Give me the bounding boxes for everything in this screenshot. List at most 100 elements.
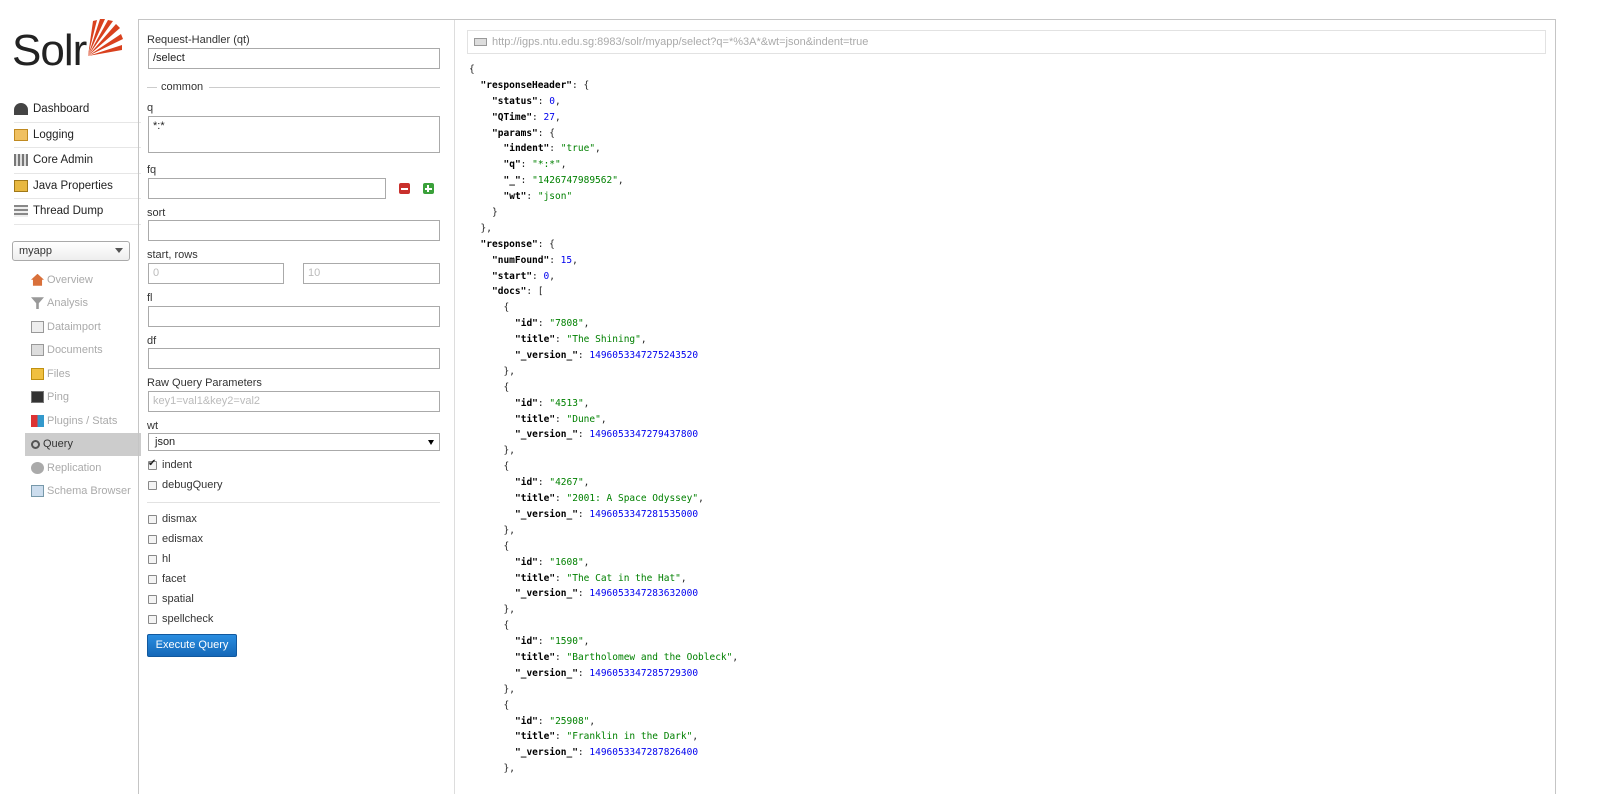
- json-line: "response": {: [469, 237, 1549, 253]
- main-menu-item-java-properties[interactable]: Java Properties: [14, 174, 141, 199]
- json-punct: },: [503, 604, 515, 616]
- json-punct: ,: [554, 95, 561, 107]
- main-menu-item-logging[interactable]: Logging: [14, 123, 141, 148]
- json-punct: ,: [583, 477, 590, 489]
- json-key: "id": [515, 477, 538, 489]
- core-menu-item-overview[interactable]: Overview: [25, 268, 141, 292]
- json-number: 1496053347281535000: [589, 508, 699, 520]
- q-textarea[interactable]: *:*: [148, 116, 440, 153]
- json-line: "title": "The Shining",: [469, 332, 1549, 348]
- main-menu-item-thread-dump[interactable]: Thread Dump: [14, 199, 141, 225]
- wt-select[interactable]: json: [148, 433, 440, 451]
- extra-checkbox-dismax[interactable]: dismax: [148, 513, 197, 525]
- json-punct: ,: [680, 572, 687, 584]
- json-key: "start": [492, 270, 533, 282]
- json-key: "status": [492, 95, 538, 107]
- request-url-text: http://igps.ntu.edu.sg:8983/solr/myapp/s…: [492, 36, 869, 48]
- fq-input[interactable]: [148, 178, 386, 199]
- json-punct: :: [577, 747, 590, 759]
- json-string: "Dune": [566, 413, 601, 425]
- json-punct: :: [577, 508, 590, 520]
- core-menu-item-query[interactable]: Query: [25, 432, 141, 456]
- fl-input[interactable]: [148, 306, 440, 327]
- json-number: 1496053347287826400: [589, 747, 699, 759]
- raw-params-input[interactable]: key1=val1&key2=val2: [148, 391, 440, 412]
- df-label: df: [147, 335, 157, 347]
- add-fq-button[interactable]: [423, 183, 434, 194]
- rows-input[interactable]: 10: [303, 263, 440, 284]
- logo-text: Solr: [12, 26, 87, 75]
- json-punct: :: [537, 95, 550, 107]
- json-key: "id": [515, 636, 538, 648]
- json-line: },: [469, 682, 1549, 698]
- debug-query-checkbox-box[interactable]: [148, 480, 157, 490]
- json-string: "true": [560, 143, 596, 155]
- extra-checkbox-box[interactable]: [148, 514, 157, 524]
- json-string: "Franklin in the Dark": [566, 731, 693, 743]
- extra-checkbox-box[interactable]: [148, 594, 157, 604]
- core-menu-item-dataimport[interactable]: Dataimport: [25, 315, 141, 339]
- request-url-link[interactable]: http://igps.ntu.edu.sg:8983/solr/myapp/s…: [467, 30, 1546, 54]
- json-string: "The Shining": [566, 334, 641, 346]
- extra-checkbox-box[interactable]: [148, 554, 157, 564]
- core-menu-item-ping[interactable]: Ping: [25, 386, 141, 410]
- json-key: "_": [503, 175, 521, 187]
- json-string: "2001: A Space Odyssey": [566, 493, 699, 505]
- main-menu-item-core-admin[interactable]: Core Admin: [14, 148, 141, 174]
- json-punct: :: [537, 556, 550, 568]
- main-menu-item-label: Java Properties: [33, 179, 113, 192]
- json-line: "numFound": 15,: [469, 253, 1549, 269]
- json-line: "id": "1590",: [469, 634, 1549, 650]
- qt-input[interactable]: /select: [148, 48, 440, 69]
- json-key: "indent": [503, 143, 550, 155]
- extra-checkbox-box[interactable]: [148, 534, 157, 544]
- execute-query-button[interactable]: Execute Query: [147, 634, 237, 657]
- json-line: "id": "4513",: [469, 396, 1549, 412]
- json-punct: },: [503, 445, 515, 457]
- home-icon: [31, 273, 44, 286]
- chevron-down-icon: [428, 440, 434, 445]
- extra-checkbox-box[interactable]: [148, 614, 157, 624]
- extra-checkbox-label: spatial: [162, 593, 194, 605]
- solr-logo[interactable]: Solr: [12, 18, 124, 78]
- extra-checkbox-spellcheck[interactable]: spellcheck: [148, 613, 213, 625]
- core-menu-item-files[interactable]: Files: [25, 362, 141, 386]
- debug-query-checkbox[interactable]: debugQuery: [148, 479, 223, 491]
- extra-checkbox-spatial[interactable]: spatial: [148, 593, 194, 605]
- json-punct: ,: [732, 651, 739, 663]
- json-line: "_version_": 1496053347283632000: [469, 586, 1549, 602]
- core-selector[interactable]: myapp: [12, 241, 130, 261]
- json-line: "responseHeader": {: [469, 78, 1549, 94]
- json-line: }: [469, 205, 1549, 221]
- core-menu-item-analysis[interactable]: Analysis: [25, 292, 141, 316]
- df-input[interactable]: [148, 348, 440, 369]
- indent-checkbox-box[interactable]: [148, 458, 157, 470]
- json-line: },: [469, 523, 1549, 539]
- json-key: "q": [503, 159, 521, 171]
- core-menu-item-documents[interactable]: Documents: [25, 339, 141, 363]
- start-input[interactable]: 0: [148, 263, 284, 284]
- core-menu-item-plugins-stats[interactable]: Plugins / Stats: [25, 409, 141, 433]
- json-punct: :: [520, 175, 533, 187]
- schema-browser-icon: [31, 485, 44, 498]
- json-punct: :: [537, 715, 550, 727]
- json-string: "1426747989562": [532, 175, 618, 187]
- indent-checkbox[interactable]: indent: [148, 458, 192, 471]
- sort-input[interactable]: [148, 220, 440, 241]
- extra-checkbox-edismax[interactable]: edismax: [148, 533, 203, 545]
- core-menu-item-schema-browser[interactable]: Schema Browser: [25, 480, 141, 504]
- remove-fq-button[interactable]: [399, 183, 410, 194]
- solr-admin-app: Solr Dashboard Logging Core Admin Java Prop…: [0, 0, 1600, 794]
- legend-rule-right: [209, 87, 440, 88]
- java-properties-icon: [14, 179, 28, 192]
- json-key: "numFound": [492, 254, 550, 266]
- core-menu-item-replication[interactable]: Replication: [25, 456, 141, 480]
- json-line: {: [469, 539, 1549, 555]
- extra-checkbox-label: spellcheck: [162, 613, 214, 625]
- extra-checkbox-hl[interactable]: hl: [148, 553, 171, 565]
- extra-checkbox-facet[interactable]: facet: [148, 573, 186, 585]
- extra-checkbox-box[interactable]: [148, 574, 157, 584]
- json-key: "id": [515, 715, 538, 727]
- main-menu-item-dashboard[interactable]: Dashboard: [14, 97, 141, 123]
- json-line: "q": "*:*",: [469, 157, 1549, 173]
